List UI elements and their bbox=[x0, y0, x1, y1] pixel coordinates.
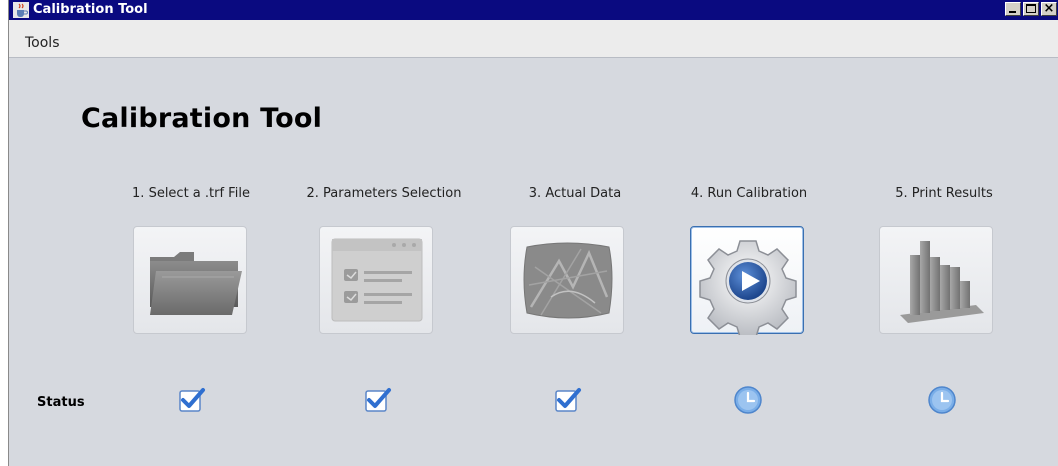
run-calibration-button[interactable] bbox=[690, 226, 804, 335]
title-bar[interactable]: Calibration Tool × bbox=[9, 0, 1058, 20]
parameters-selection-button[interactable] bbox=[319, 226, 433, 334]
checked-checkbox-icon bbox=[365, 388, 391, 412]
java-cup-icon bbox=[13, 2, 29, 18]
close-button[interactable]: × bbox=[1041, 1, 1057, 16]
checked-checkbox-icon bbox=[555, 388, 581, 412]
minimize-icon bbox=[1009, 11, 1016, 13]
menu-bar: Tools bbox=[9, 20, 1058, 58]
close-icon: × bbox=[1043, 1, 1055, 16]
form-list-icon bbox=[331, 238, 423, 322]
step-5-label: 5. Print Results bbox=[895, 186, 993, 201]
step-4-label: 4. Run Calibration bbox=[690, 186, 808, 201]
step-2-label: 2. Parameters Selection bbox=[306, 186, 462, 201]
app-window: Calibration Tool × Tools Calibration Too… bbox=[8, 0, 1058, 466]
clock-pending-icon bbox=[734, 386, 762, 414]
bar-chart-icon bbox=[900, 241, 984, 323]
step-2: 2. Parameters Selection bbox=[294, 186, 474, 201]
status-label: Status bbox=[37, 395, 85, 410]
menu-tools[interactable]: Tools bbox=[25, 35, 60, 51]
actual-data-button[interactable] bbox=[510, 226, 624, 334]
step-4: 4. Run Calibration bbox=[659, 186, 839, 201]
main-panel: Calibration Tool 1. Select a .trf File 2… bbox=[9, 59, 1058, 466]
step-3: 3. Actual Data bbox=[485, 186, 665, 201]
checked-checkbox-icon bbox=[179, 388, 205, 412]
step-5: 5. Print Results bbox=[854, 186, 1034, 201]
map-icon bbox=[523, 242, 613, 319]
step-1-label: 1. Select a .trf File bbox=[132, 186, 250, 201]
maximize-button[interactable] bbox=[1023, 2, 1039, 16]
minimize-button[interactable] bbox=[1005, 2, 1021, 16]
window-title: Calibration Tool bbox=[33, 2, 148, 17]
print-results-button[interactable] bbox=[879, 226, 993, 334]
step-3-label: 3. Actual Data bbox=[528, 186, 622, 201]
maximize-icon bbox=[1026, 4, 1036, 13]
clock-pending-icon bbox=[928, 386, 956, 414]
folder-icon bbox=[150, 252, 242, 315]
step-1: 1. Select a .trf File bbox=[101, 186, 281, 201]
window-controls: × bbox=[1005, 1, 1057, 18]
gear-play-icon bbox=[699, 240, 797, 335]
select-trf-file-button[interactable] bbox=[133, 226, 247, 334]
page-title: Calibration Tool bbox=[81, 103, 323, 134]
